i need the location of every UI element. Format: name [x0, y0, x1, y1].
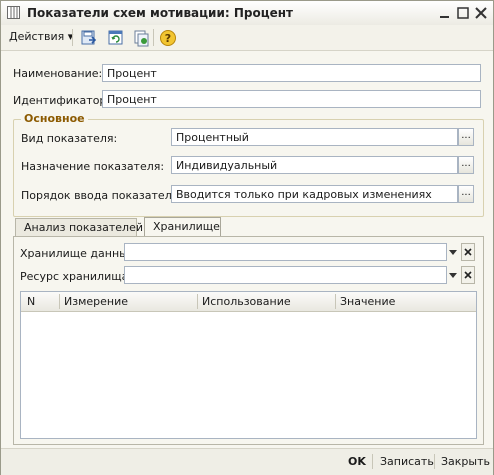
help-icon[interactable]: ? [158, 28, 178, 48]
minimize-icon[interactable] [437, 5, 453, 21]
dropdown-arrow-icon[interactable] [447, 243, 459, 261]
close-icon[interactable] [473, 5, 489, 21]
toolbar: Действия ▾ ? [1, 25, 493, 51]
copy-document-icon[interactable] [131, 28, 151, 48]
storage-resource-field[interactable] [124, 266, 447, 284]
clear-icon[interactable] [461, 266, 475, 284]
column-header-dimension[interactable]: Измерение [64, 295, 128, 308]
dialog-window: Показатели схем мотивации: Процент Дейст… [0, 0, 494, 475]
actions-menu[interactable]: Действия ▾ [9, 30, 73, 43]
footer-separator [434, 454, 435, 469]
indicator-purpose-field[interactable]: Индивидуальный [171, 156, 458, 174]
window-title: Показатели схем мотивации: Процент [27, 6, 293, 20]
indicator-type-label: Вид показателя: [21, 132, 118, 145]
toolbar-separator [72, 29, 73, 46]
dropdown-arrow-icon[interactable] [447, 266, 459, 284]
identifier-label: Идентификатор: [13, 94, 111, 107]
indicator-purpose-select-button[interactable]: ... [458, 156, 474, 174]
column-header-value[interactable]: Значение [340, 295, 395, 308]
save-button[interactable]: Записать [380, 455, 434, 468]
indicator-purpose-label: Назначение показателя: [21, 160, 165, 173]
toolbar-separator [153, 29, 154, 46]
name-field[interactable]: Процент [102, 64, 481, 82]
svg-text:?: ? [165, 32, 171, 45]
column-divider [197, 294, 198, 309]
main-group-title: Основное [21, 112, 88, 125]
close-button[interactable]: Закрыть [441, 455, 490, 468]
data-storage-field[interactable] [124, 243, 447, 261]
name-label: Наименование: [13, 67, 103, 80]
storage-table[interactable]: N Измерение Использование Значение [20, 291, 477, 439]
footer-separator [372, 454, 373, 469]
maximize-icon[interactable] [455, 5, 471, 21]
tab-storage[interactable]: Хранилище [144, 217, 221, 236]
column-divider [59, 294, 60, 309]
column-divider [335, 294, 336, 309]
indicator-type-field[interactable]: Процентный [171, 128, 458, 146]
clear-icon[interactable] [461, 243, 475, 261]
title-bar: Показатели схем мотивации: Процент [1, 1, 493, 26]
ok-button[interactable]: OK [348, 455, 366, 468]
save-and-close-icon[interactable] [79, 28, 99, 48]
indicator-type-select-button[interactable]: ... [458, 128, 474, 146]
table-header: N Измерение Использование Значение [21, 292, 476, 312]
input-order-field[interactable]: Вводится только при кадровых изменениях [171, 185, 458, 203]
tab-indicator-analysis[interactable]: Анализ показателей [15, 218, 143, 236]
storage-resource-label: Ресурс хранилища: [20, 270, 133, 283]
column-header-usage[interactable]: Использование [202, 295, 291, 308]
input-order-select-button[interactable]: ... [458, 185, 474, 203]
identifier-field[interactable]: Процент [102, 90, 481, 108]
form-icon [7, 6, 20, 19]
data-storage-label: Хранилище данных: [20, 247, 139, 260]
refresh-form-icon[interactable] [106, 28, 126, 48]
column-header-n[interactable]: N [27, 295, 35, 308]
actions-menu-label: Действия [9, 30, 65, 43]
footer-bar: OK Записать Закрыть [1, 448, 493, 475]
input-order-label: Порядок ввода показателя: [21, 189, 183, 202]
